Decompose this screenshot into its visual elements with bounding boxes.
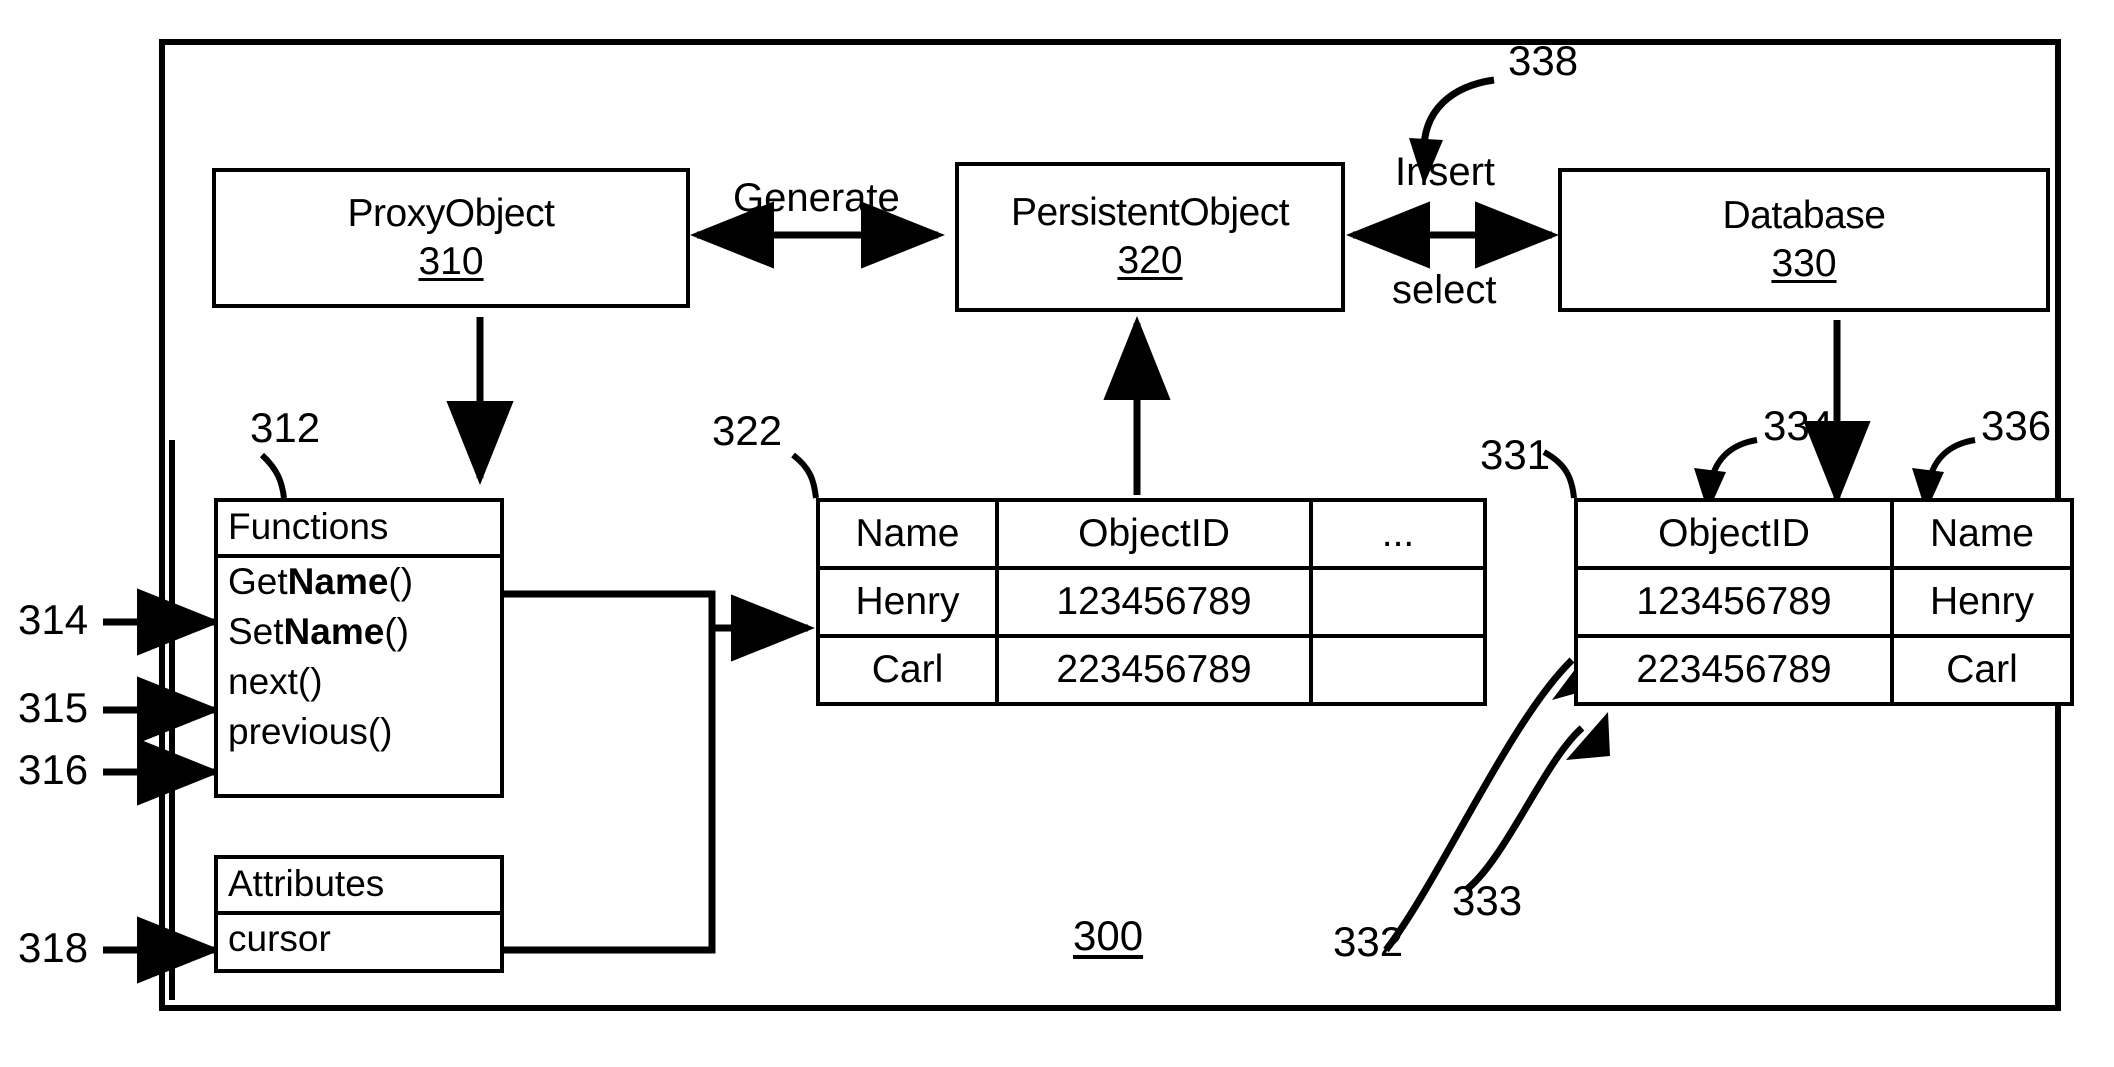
persistent-col-name-header: Name [816,498,999,570]
patent-figure-300: ProxyObject 310 PersistentObject 320 Dat… [0,0,2114,1067]
table-row-header: Name ObjectID ... [816,498,1487,570]
persistent-cell-name-1: Carl [816,634,999,706]
database-ref: 330 [1771,242,1837,285]
function-setname-prefix: Set [228,611,284,652]
database-cell-objectid-0: 123456789 [1574,566,1894,638]
table-row: Henry 123456789 [816,566,1487,638]
persistent-cell-objectid-0: 123456789 [995,566,1313,638]
persistent-cell-extra-1 [1309,634,1487,706]
database-col-objectid-header: ObjectID [1574,498,1894,570]
function-row-setname: SetName() [218,608,500,658]
proxy-functions-compartment: Functions GetName() SetName() next() pre… [214,498,504,798]
function-setname-bold: Name [283,611,385,652]
edge-label-select: select [1392,268,1497,312]
proxy-attributes-compartment: Attributes cursor [214,855,504,973]
functions-header: Functions [218,502,500,558]
callout-318: 318 [18,924,89,971]
callout-316: 316 [18,746,89,793]
database-col-name-header: Name [1890,498,2074,570]
function-row-getname: GetName() [218,558,500,608]
callout-332: 332 [1333,918,1404,965]
callout-322-leader [791,452,819,499]
persistent-col-ellipsis-header: ... [1309,498,1487,570]
database-cell-name-0: Henry [1890,566,2074,638]
function-getname-suffix: () [388,561,414,602]
table-row: 223456789 Carl [1574,634,2074,706]
attributes-header: Attributes [218,859,500,915]
node-proxy-object: ProxyObject 310 [212,168,690,308]
proxy-object-ref: 310 [418,240,484,283]
proxy-object-title: ProxyObject [347,192,555,235]
persistent-col-objectid-header: ObjectID [995,498,1313,570]
table-row: 123456789 Henry [1574,566,2074,638]
callout-312: 312 [250,404,321,451]
callout-336: 336 [1981,402,2052,449]
function-row-previous: previous() [228,711,393,752]
callout-334: 334 [1763,402,1834,449]
function-getname-prefix: Get [228,561,288,602]
persistent-cell-objectid-1: 223456789 [995,634,1313,706]
database-table: ObjectID Name 123456789 Henry 223456789 … [1574,498,2074,706]
function-row-next: next() [228,661,323,702]
callout-333: 333 [1452,877,1523,924]
figure-number-300: 300 [1073,912,1144,959]
edge-label-generate: Generate [733,176,900,220]
callout-331: 331 [1480,431,1551,478]
callout-322: 322 [712,407,783,454]
callout-314: 314 [18,596,89,643]
persistent-cell-name-0: Henry [816,566,999,638]
callout-338: 338 [1508,37,1579,84]
cursor-connector [500,628,716,954]
persistent-cell-extra-0 [1309,566,1487,638]
function-getname-bold: Name [287,561,389,602]
persistent-object-ref: 320 [1117,239,1183,282]
node-database: Database 330 [1558,168,2050,312]
function-setname-suffix: () [384,611,409,652]
edge-label-insert: Insert [1395,150,1496,194]
node-persistent-object: PersistentObject 320 [955,162,1345,312]
callout-315: 315 [18,684,89,731]
callout-312-leader [259,452,287,499]
persistent-object-title: PersistentObject [1010,191,1290,234]
attribute-row-cursor: cursor [228,918,331,959]
table-row: Carl 223456789 [816,634,1487,706]
database-title: Database [1722,194,1886,237]
database-cell-name-1: Carl [1890,634,2074,706]
persistent-object-table: Name ObjectID ... Henry 123456789 Carl 2… [816,498,1487,706]
functions-to-table-connector [500,590,815,662]
table-row-header: ObjectID Name [1574,498,2074,570]
database-cell-objectid-1: 223456789 [1574,634,1894,706]
callout-333-leader [1463,725,1585,893]
